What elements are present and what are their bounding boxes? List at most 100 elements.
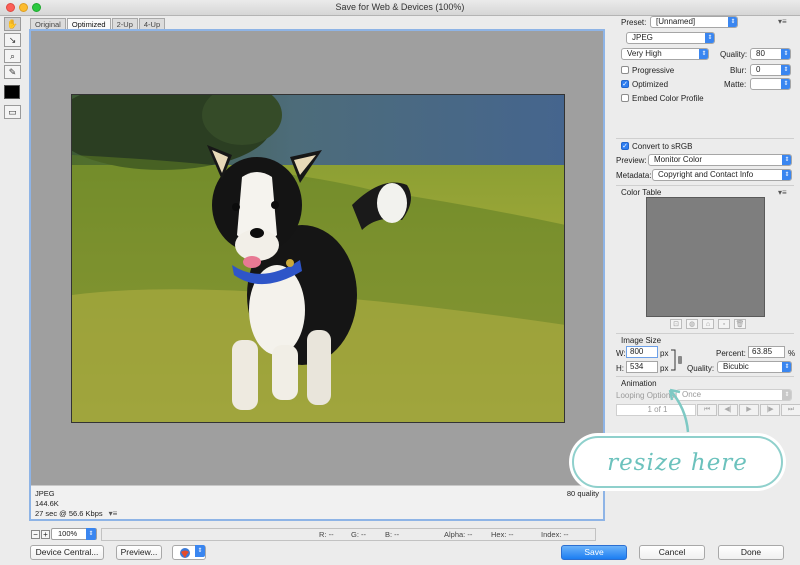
blur-value: 0 xyxy=(756,65,761,74)
optimized-info: JPEG 144.6K 27 sec @ 56.6 Kbps ▾≡ xyxy=(35,489,117,519)
width-input[interactable]: 800 xyxy=(626,346,658,358)
annotation-text: resize here xyxy=(607,450,748,476)
device-central-button[interactable]: Device Central... xyxy=(30,545,104,560)
file-size-info: 144.6K xyxy=(35,499,59,508)
toggle-slices-visibility-icon[interactable]: ▭ xyxy=(4,105,21,119)
chevron-updown-icon: ⇕ xyxy=(699,49,708,59)
cancel-button[interactable]: Cancel xyxy=(639,545,705,560)
convert-srgb-label: Convert to sRGB xyxy=(632,142,693,151)
preview-select[interactable]: Monitor Color ⇕ xyxy=(648,154,792,166)
optimized-checkbox[interactable]: ✓ xyxy=(621,80,629,88)
preview-button[interactable]: Preview... xyxy=(116,545,162,560)
previous-frame-icon[interactable]: ◀| xyxy=(718,404,738,416)
embed-color-profile-label: Embed Color Profile xyxy=(632,94,704,103)
chevron-updown-icon: ⇕ xyxy=(782,155,791,165)
hand-tool-icon[interactable]: ✋ xyxy=(4,17,21,31)
tab-2-up[interactable]: 2-Up xyxy=(111,18,138,29)
chevron-updown-icon: ⇕ xyxy=(782,362,791,372)
play-icon[interactable]: ▶ xyxy=(739,404,759,416)
resample-quality-value: Bicubic xyxy=(723,362,749,371)
divider xyxy=(616,376,794,377)
percent-input[interactable]: 63.85 xyxy=(748,346,785,358)
constrain-proportions-link-icon[interactable] xyxy=(670,348,684,372)
zoom-tool-icon[interactable]: ⌕ xyxy=(4,49,21,63)
format-info: JPEG xyxy=(35,489,55,498)
first-frame-icon[interactable]: ⏮ xyxy=(697,404,717,416)
chevron-updown-icon: ⇕ xyxy=(782,390,791,400)
quality-input[interactable]: 80 ⇕ xyxy=(750,48,791,60)
green-readout: G: -- xyxy=(351,530,366,539)
blur-input[interactable]: 0 ⇕ xyxy=(750,64,791,76)
blue-readout: B: -- xyxy=(385,530,400,539)
resample-quality-select[interactable]: Bicubic ⇕ xyxy=(717,361,792,373)
optimized-label: Optimized xyxy=(632,80,669,89)
divider xyxy=(616,333,794,334)
image-info-bar: JPEG 144.6K 27 sec @ 56.6 Kbps ▾≡ 80 qual… xyxy=(31,485,603,519)
bottom-button-bar: Device Central... Preview... ⇕ Save Canc… xyxy=(0,544,800,565)
height-input[interactable]: 534 xyxy=(626,361,658,373)
new-color-icon[interactable]: ▫ xyxy=(718,319,730,329)
preview-browser-select[interactable]: ⇕ xyxy=(172,545,206,560)
tab-4-up[interactable]: 4-Up xyxy=(138,18,166,29)
metadata-label: Metadata: xyxy=(616,171,652,180)
tab-optimized[interactable]: Optimized xyxy=(66,18,111,29)
preview-canvas[interactable]: JPEG 144.6K 27 sec @ 56.6 Kbps ▾≡ 80 qual… xyxy=(29,29,605,521)
metadata-select[interactable]: Copyright and Contact Info ⇕ xyxy=(652,169,792,181)
tab-original[interactable]: Original xyxy=(30,18,66,29)
download-speed-menu-icon[interactable]: ▾≡ xyxy=(109,509,118,518)
chevron-updown-icon: ⇕ xyxy=(781,79,790,89)
convert-srgb-checkbox[interactable]: ✓ xyxy=(621,142,629,150)
divider xyxy=(616,138,794,139)
embed-color-profile-checkbox[interactable] xyxy=(621,94,629,102)
quality-value: 80 xyxy=(756,49,765,58)
zoom-in-button[interactable]: + xyxy=(41,530,50,539)
optimize-menu-icon[interactable]: ▾≡ xyxy=(778,17,787,26)
zoom-out-button[interactable]: − xyxy=(31,530,40,539)
quality-label: Quality: xyxy=(720,50,748,59)
metadata-value: Copyright and Contact Info xyxy=(658,170,754,179)
quality-preset-select[interactable]: Very High ⇕ xyxy=(621,48,709,60)
preset-select[interactable]: [Unnamed] ⇕ xyxy=(650,16,738,28)
save-button[interactable]: Save xyxy=(561,545,627,560)
web-shift-icon[interactable]: ◍ xyxy=(686,319,698,329)
browser-globe-icon xyxy=(180,548,190,558)
download-time-info: 27 sec @ 56.6 Kbps ▾≡ xyxy=(35,509,118,518)
window-title: Save for Web & Devices (100%) xyxy=(335,2,465,12)
width-label: W: xyxy=(616,349,626,358)
color-table-menu-icon[interactable]: ▾≡ xyxy=(778,188,787,197)
delete-color-icon[interactable]: 🗑 xyxy=(734,319,746,329)
tool-column: ✋ ↘ ⌕ ✎ ▭ xyxy=(4,17,22,121)
progressive-label: Progressive xyxy=(632,66,675,75)
zoom-level-select[interactable]: 100% ⇕ xyxy=(51,528,97,540)
color-table-title: Color Table xyxy=(621,188,662,197)
lock-color-icon[interactable]: ⌂ xyxy=(702,319,714,329)
zoom-level-value: 100% xyxy=(58,529,78,538)
color-table-actions: ⊡ ◍ ⌂ ▫ 🗑 xyxy=(670,319,750,329)
chevron-updown-icon: ⇕ xyxy=(86,528,96,540)
file-format-select[interactable]: JPEG ⇕ xyxy=(626,32,715,44)
chevron-updown-icon: ⇕ xyxy=(705,33,714,43)
quality-info: 80 quality xyxy=(566,489,599,498)
image-size-title: Image Size xyxy=(621,336,662,345)
eyedropper-tool-icon[interactable]: ✎ xyxy=(4,65,21,79)
matte-select[interactable]: ⇕ xyxy=(750,78,791,90)
slice-select-tool-icon[interactable]: ↘ xyxy=(4,33,21,47)
optimize-settings-panel: Preset: [Unnamed] ⇕ ▾≡ JPEG ⇕ Very High … xyxy=(610,14,800,419)
preview-value: Monitor Color xyxy=(654,155,703,164)
last-frame-icon[interactable]: ⏭ xyxy=(781,404,800,416)
map-color-icon[interactable]: ⊡ xyxy=(670,319,682,329)
color-table[interactable] xyxy=(646,197,765,317)
quality-preset-value: Very High xyxy=(627,49,662,58)
chevron-updown-icon: ⇕ xyxy=(781,49,790,59)
next-frame-icon[interactable]: |▶ xyxy=(760,404,780,416)
preset-value: [Unnamed] xyxy=(656,17,696,26)
done-button[interactable]: Done xyxy=(718,545,784,560)
annotation-arrow xyxy=(668,388,690,433)
alpha-readout: Alpha: -- xyxy=(444,530,473,539)
animation-controls: ⏮ ◀| ▶ |▶ ⏭ xyxy=(697,404,800,416)
progressive-checkbox[interactable] xyxy=(621,66,629,74)
eyedropper-color-swatch[interactable] xyxy=(4,85,20,99)
chevron-updown-icon: ⇕ xyxy=(782,170,791,180)
color-readout-field xyxy=(101,528,596,541)
preview-image[interactable] xyxy=(71,94,565,423)
